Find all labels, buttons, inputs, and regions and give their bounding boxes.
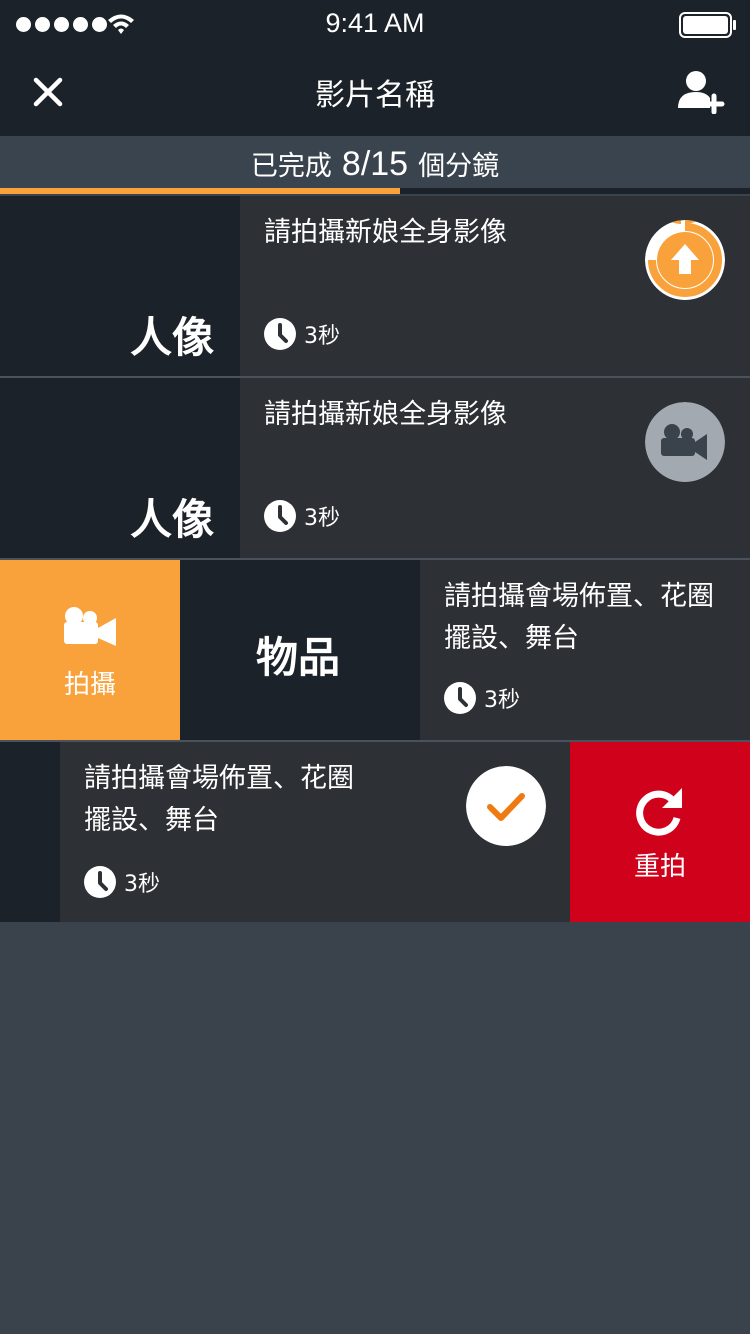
upload-icon[interactable] <box>645 220 725 300</box>
clock-icon <box>264 500 296 532</box>
shoot-button[interactable]: 拍攝 <box>0 560 180 740</box>
shot-title-line: 擺設、舞台 <box>84 805 219 836</box>
page-title: 影片名稱 <box>315 78 435 113</box>
retake-button[interactable]: 重拍 <box>570 742 750 922</box>
category-cell: 人像 <box>0 196 240 376</box>
top-bar: 9:41 AM 影片名稱 <box>0 0 750 136</box>
redo-icon <box>636 788 682 836</box>
checkmark-icon[interactable] <box>466 766 546 846</box>
shot-title-line: 請拍攝會場佈置、花圈 <box>444 581 714 612</box>
clock-icon <box>264 318 296 350</box>
category-cell: 物品 <box>180 560 420 740</box>
shot-title-line: 擺設、舞台 <box>444 623 579 654</box>
empty-area <box>0 922 750 1334</box>
progress-count: 8/15 <box>341 145 409 183</box>
progress-prefix: 已完成 <box>250 151 332 182</box>
shot-duration: 3秒 <box>84 866 160 898</box>
video-camera-icon[interactable] <box>645 402 725 482</box>
battery-icon <box>679 12 736 38</box>
shot-duration: 3秒 <box>264 500 340 532</box>
shot-row[interactable]: 拍攝 物品 請拍攝會場佈置、花圈 擺設、舞台 3秒 <box>0 560 750 740</box>
nav-bar: 影片名稱 <box>0 48 750 136</box>
shot-content: 請拍攝會場佈置、花圈 擺設、舞台 3秒 <box>420 560 750 740</box>
shot-row[interactable]: 請拍攝會場佈置、花圈 擺設、舞台 3秒 重拍 <box>0 742 750 922</box>
retake-label: 重拍 <box>633 852 686 882</box>
shot-row[interactable]: 人像 請拍攝新娘全身影像 3秒 <box>0 378 750 558</box>
duration-text: 3秒 <box>484 688 520 713</box>
shot-title: 請拍攝會場佈置、花圈 擺設、舞台 <box>84 758 354 842</box>
shot-title: 請拍攝新娘全身影像 <box>264 399 507 430</box>
duration-text: 3秒 <box>124 872 160 897</box>
progress-suffix: 個分鏡 <box>418 151 500 182</box>
shot-content: 請拍攝新娘全身影像 3秒 <box>240 378 750 558</box>
category-cell: 人像 <box>0 378 240 558</box>
shot-content: 請拍攝會場佈置、花圈 擺設、舞台 3秒 <box>60 742 570 922</box>
shot-title: 請拍攝新娘全身影像 <box>264 217 507 248</box>
video-camera-icon <box>64 607 116 646</box>
duration-text: 3秒 <box>304 324 340 349</box>
shot-duration: 3秒 <box>264 318 340 350</box>
shot-content: 請拍攝新娘全身影像 3秒 <box>240 196 750 376</box>
shot-title: 請拍攝會場佈置、花圈 擺設、舞台 <box>444 576 714 660</box>
progress-text: 已完成 8/15 個分鏡 <box>0 144 750 184</box>
progress-header: 已完成 8/15 個分鏡 <box>0 136 750 196</box>
status-bar: 9:41 AM <box>0 0 750 48</box>
add-user-icon[interactable] <box>676 68 726 114</box>
progress-bar <box>0 188 750 194</box>
clock-icon <box>444 682 476 714</box>
duration-text: 3秒 <box>304 506 340 531</box>
clock-icon <box>84 866 116 898</box>
status-time: 9:41 AM <box>325 8 425 38</box>
shot-title-line: 請拍攝會場佈置、花圈 <box>84 763 354 794</box>
category-label: 人像 <box>129 495 214 544</box>
category-label: 人像 <box>129 313 214 362</box>
category-label: 物品 <box>256 633 341 682</box>
progress-bar-fill <box>0 188 400 194</box>
close-icon[interactable] <box>28 72 68 112</box>
shot-row[interactable]: 人像 請拍攝新娘全身影像 3秒 <box>0 196 750 376</box>
shot-duration: 3秒 <box>444 682 520 714</box>
category-cell <box>0 742 60 922</box>
shoot-label: 拍攝 <box>63 670 116 700</box>
